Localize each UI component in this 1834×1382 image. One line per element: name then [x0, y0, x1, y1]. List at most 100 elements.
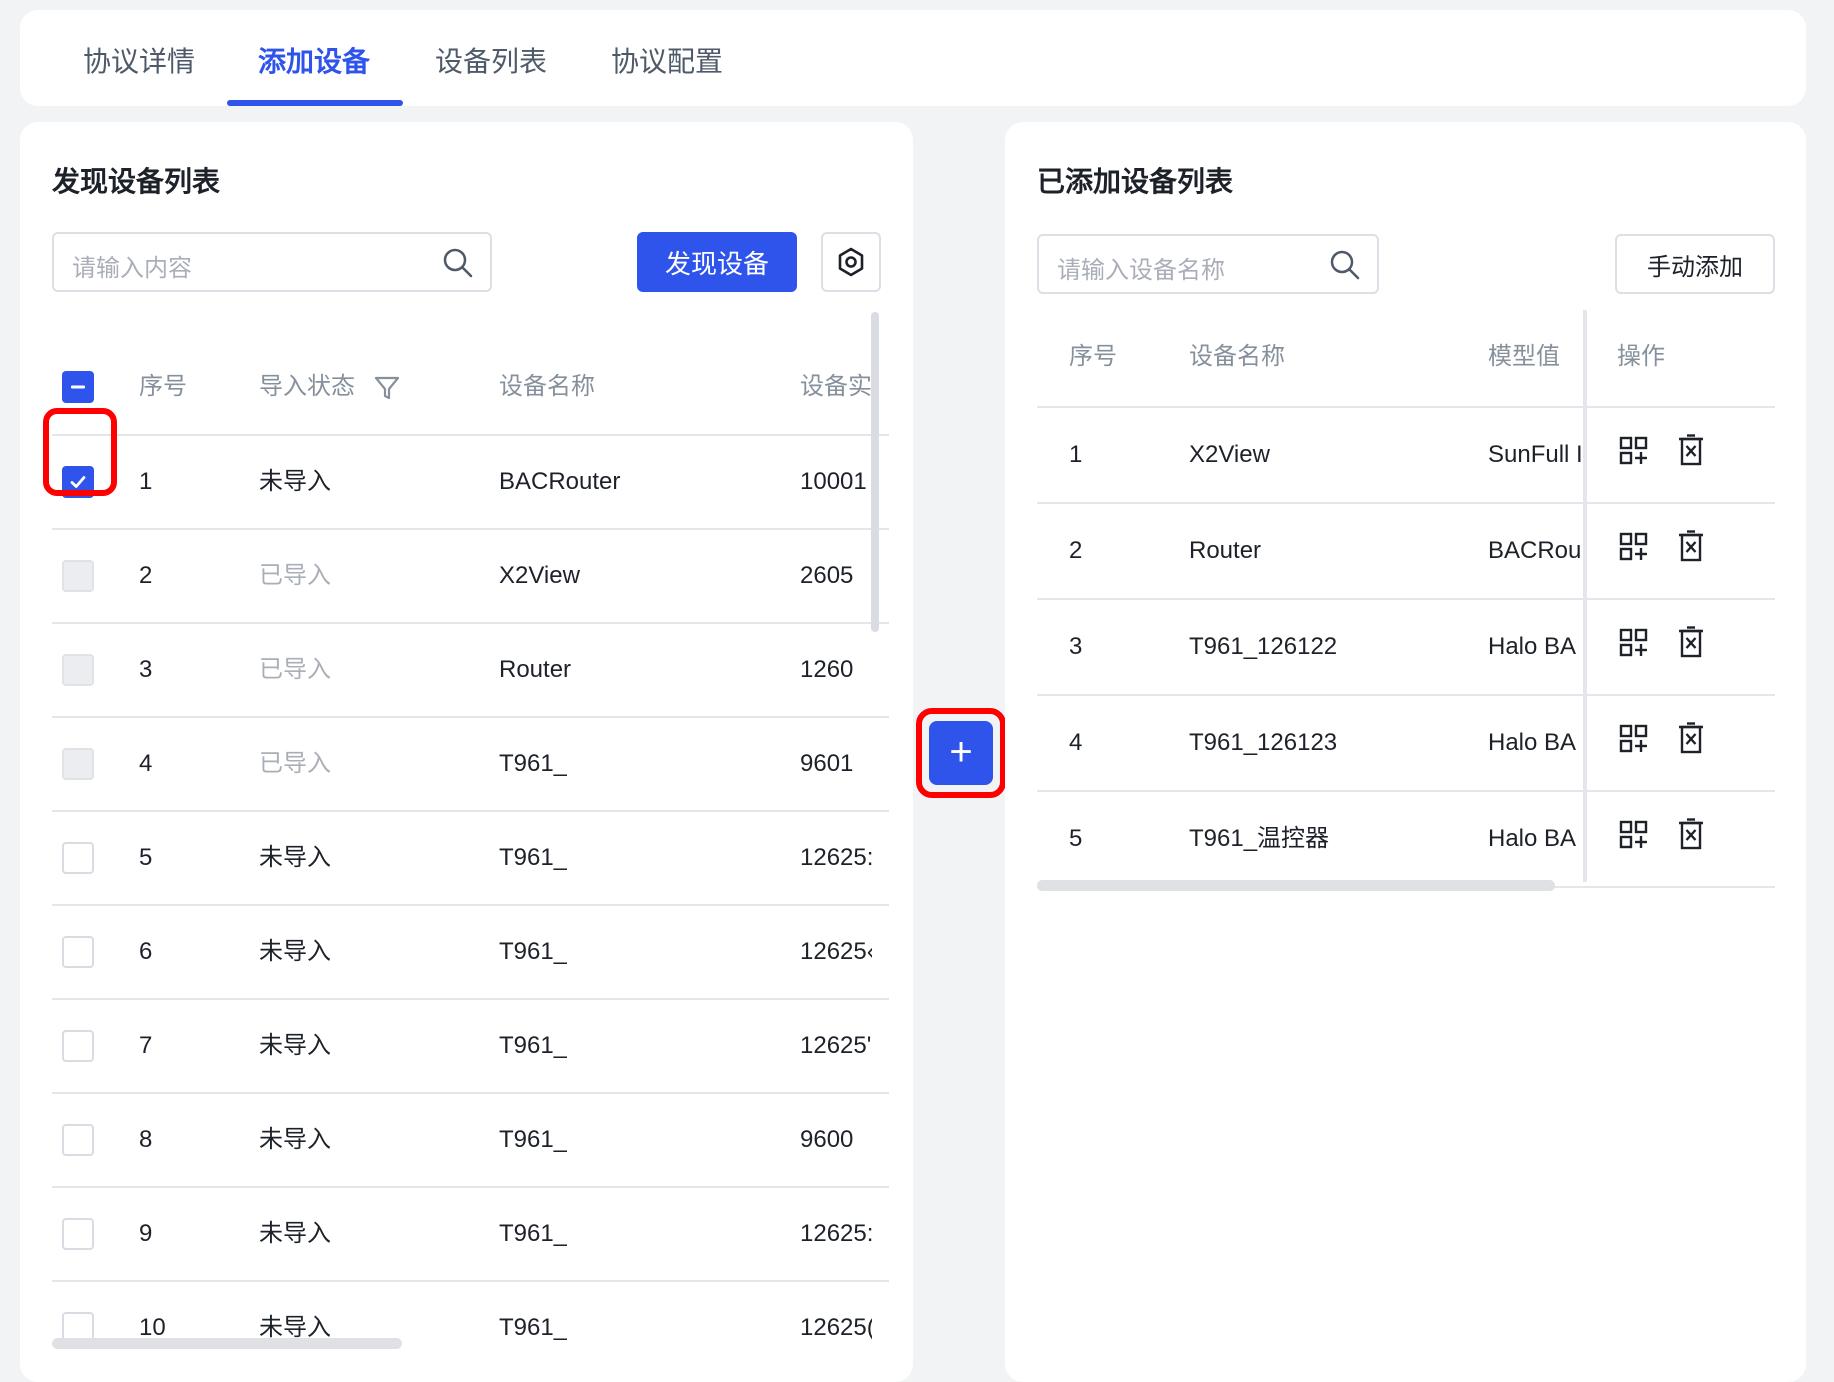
row-device-name: T961_ [499, 750, 568, 777]
table-row[interactable]: 4 T961_126123 Halo BA [1037, 694, 1775, 790]
row-device-instance: 9601 [800, 750, 854, 777]
row-device-name: T961_ [499, 844, 568, 871]
table-row[interactable]: 8 未导入 T961_ 9600 [52, 1092, 889, 1186]
header-actions: 操作 [1617, 343, 1665, 370]
row-model-value: BACRou [1488, 537, 1582, 564]
search-placeholder: 请输入内容 [72, 255, 192, 282]
panel-title: 已添加设备列表 [1037, 166, 1234, 197]
tabs-bar: 协议详情 添加设备 设备列表 协议配置 [20, 10, 1806, 106]
delete-icon[interactable] [1677, 818, 1707, 850]
row-index: 7 [139, 1032, 153, 1059]
tab-add-device[interactable]: 添加设备 [258, 40, 370, 80]
select-all-checkbox[interactable] [62, 371, 94, 403]
header-device-instance: 设备实 [800, 373, 872, 400]
table-row[interactable]: 5 未导入 T961_ 12625: [52, 810, 889, 904]
search-icon[interactable] [442, 247, 474, 279]
delete-icon[interactable] [1677, 434, 1707, 466]
tab-protocol-details[interactable]: 协议详情 [83, 40, 195, 80]
row-index: 4 [139, 750, 153, 777]
qr-add-icon[interactable] [1619, 820, 1649, 852]
row-device-name: T961_ [499, 938, 568, 965]
settings-button[interactable] [821, 232, 881, 292]
row-index: 6 [139, 938, 153, 965]
row-index: 1 [1069, 441, 1083, 468]
table-row[interactable]: 6 未导入 T961_ 12625‹ [52, 904, 889, 998]
row-index: 3 [139, 656, 153, 683]
qr-add-icon[interactable] [1619, 436, 1649, 468]
horizontal-scrollbar[interactable] [52, 1338, 402, 1349]
row-device-name: BACRouter [499, 468, 621, 495]
table-row[interactable]: 9 未导入 T961_ 12625: [52, 1186, 889, 1280]
delete-icon[interactable] [1677, 722, 1707, 754]
discover-devices-button[interactable]: 发现设备 [637, 232, 797, 292]
header-import-status: 导入状态 [259, 373, 355, 400]
filter-icon[interactable] [374, 375, 400, 401]
qr-add-icon[interactable] [1619, 724, 1649, 756]
search-input[interactable]: 请输入内容 [52, 232, 492, 292]
discovered-devices-panel: 发现设备列表 请输入内容 发现设备 序号 导入状态 设备名称 设备实 1 未导入… [20, 122, 913, 1382]
qr-add-icon[interactable] [1619, 628, 1649, 660]
row-import-status: 未导入 [259, 1126, 331, 1153]
row-index: 5 [1069, 825, 1083, 852]
device-name-search-input[interactable]: 请输入设备名称 [1037, 234, 1379, 294]
delete-icon[interactable] [1677, 626, 1707, 658]
table-row[interactable]: 1 未导入 BACRouter 10001 [52, 434, 889, 528]
row-index: 3 [1069, 633, 1083, 660]
row-checkbox[interactable] [62, 1124, 94, 1156]
added-devices-table: 序号 设备名称 模型值 操作 1 X2View SunFull I 2 Router BA… [1037, 310, 1775, 890]
table-row[interactable]: 4 已导入 T961_ 9601 [52, 716, 889, 810]
table-row[interactable]: 7 未导入 T961_ 12625' [52, 998, 889, 1092]
table-row[interactable]: 2 已导入 X2View 2605 [52, 528, 889, 622]
row-checkbox [62, 748, 94, 780]
discovered-devices-table: 序号 导入状态 设备名称 设备实 1 未导入 BACRouter 10001 2 已导入 X… [52, 340, 889, 1350]
row-device-name: T961_ [499, 1220, 568, 1247]
table-row[interactable]: 5 T961_温控器 Halo BA [1037, 790, 1775, 886]
row-model-value: SunFull I [1488, 441, 1583, 468]
row-device-name: X2View [499, 562, 580, 589]
row-device-instance: 2605 [800, 562, 854, 589]
row-import-status: 未导入 [259, 938, 331, 965]
row-import-status: 已导入 [259, 562, 331, 589]
tab-protocol-config[interactable]: 协议配置 [611, 40, 723, 80]
vertical-scrollbar[interactable] [871, 312, 879, 632]
row-checkbox[interactable] [62, 1218, 94, 1250]
row-device-name: T961_ [499, 1032, 568, 1059]
table-row[interactable]: 3 已导入 Router 1260 [52, 622, 889, 716]
fixed-column-divider [1583, 310, 1587, 882]
row-device-instance: 10001 [800, 468, 867, 495]
row-model-value: Halo BA [1488, 825, 1577, 852]
row-device-name: Router [499, 656, 572, 683]
row-import-status: 未导入 [259, 468, 331, 495]
search-icon[interactable] [1329, 249, 1361, 281]
row-import-status: 未导入 [259, 844, 331, 871]
row-index: 2 [139, 562, 153, 589]
row-index: 5 [139, 844, 153, 871]
row-checkbox[interactable] [62, 842, 94, 874]
row-device-instance: 1260 [800, 656, 854, 683]
search-placeholder: 请输入设备名称 [1057, 257, 1225, 284]
panel-title: 发现设备列表 [52, 166, 221, 197]
transfer-add-button[interactable]: + [929, 721, 993, 785]
settings-hexagon-icon [838, 247, 864, 277]
row-device-instance: 12625: [800, 844, 872, 871]
row-checkbox [62, 560, 94, 592]
header-index: 序号 [139, 373, 187, 400]
header-index: 序号 [1069, 343, 1117, 370]
header-device-name: 设备名称 [499, 373, 595, 400]
row-import-status: 已导入 [259, 750, 331, 777]
row-checkbox[interactable] [62, 936, 94, 968]
manual-add-button[interactable]: 手动添加 [1615, 234, 1775, 294]
horizontal-scrollbar[interactable] [1037, 880, 1555, 891]
selected-row-highlight [43, 408, 117, 496]
row-device-name: T961_温控器 [1189, 825, 1330, 852]
tab-device-list[interactable]: 设备列表 [435, 40, 547, 80]
header-device-name: 设备名称 [1189, 343, 1285, 370]
row-checkbox[interactable] [62, 1030, 94, 1062]
table-row[interactable]: 3 T961_126122 Halo BA [1037, 598, 1775, 694]
qr-add-icon[interactable] [1619, 532, 1649, 564]
table-row[interactable]: 2 Router BACRou [1037, 502, 1775, 598]
row-device-instance: 12625: [800, 1220, 872, 1247]
delete-icon[interactable] [1677, 530, 1707, 562]
table-row[interactable]: 1 X2View SunFull I [1037, 406, 1775, 502]
row-device-instance: 12625( [800, 1314, 872, 1341]
